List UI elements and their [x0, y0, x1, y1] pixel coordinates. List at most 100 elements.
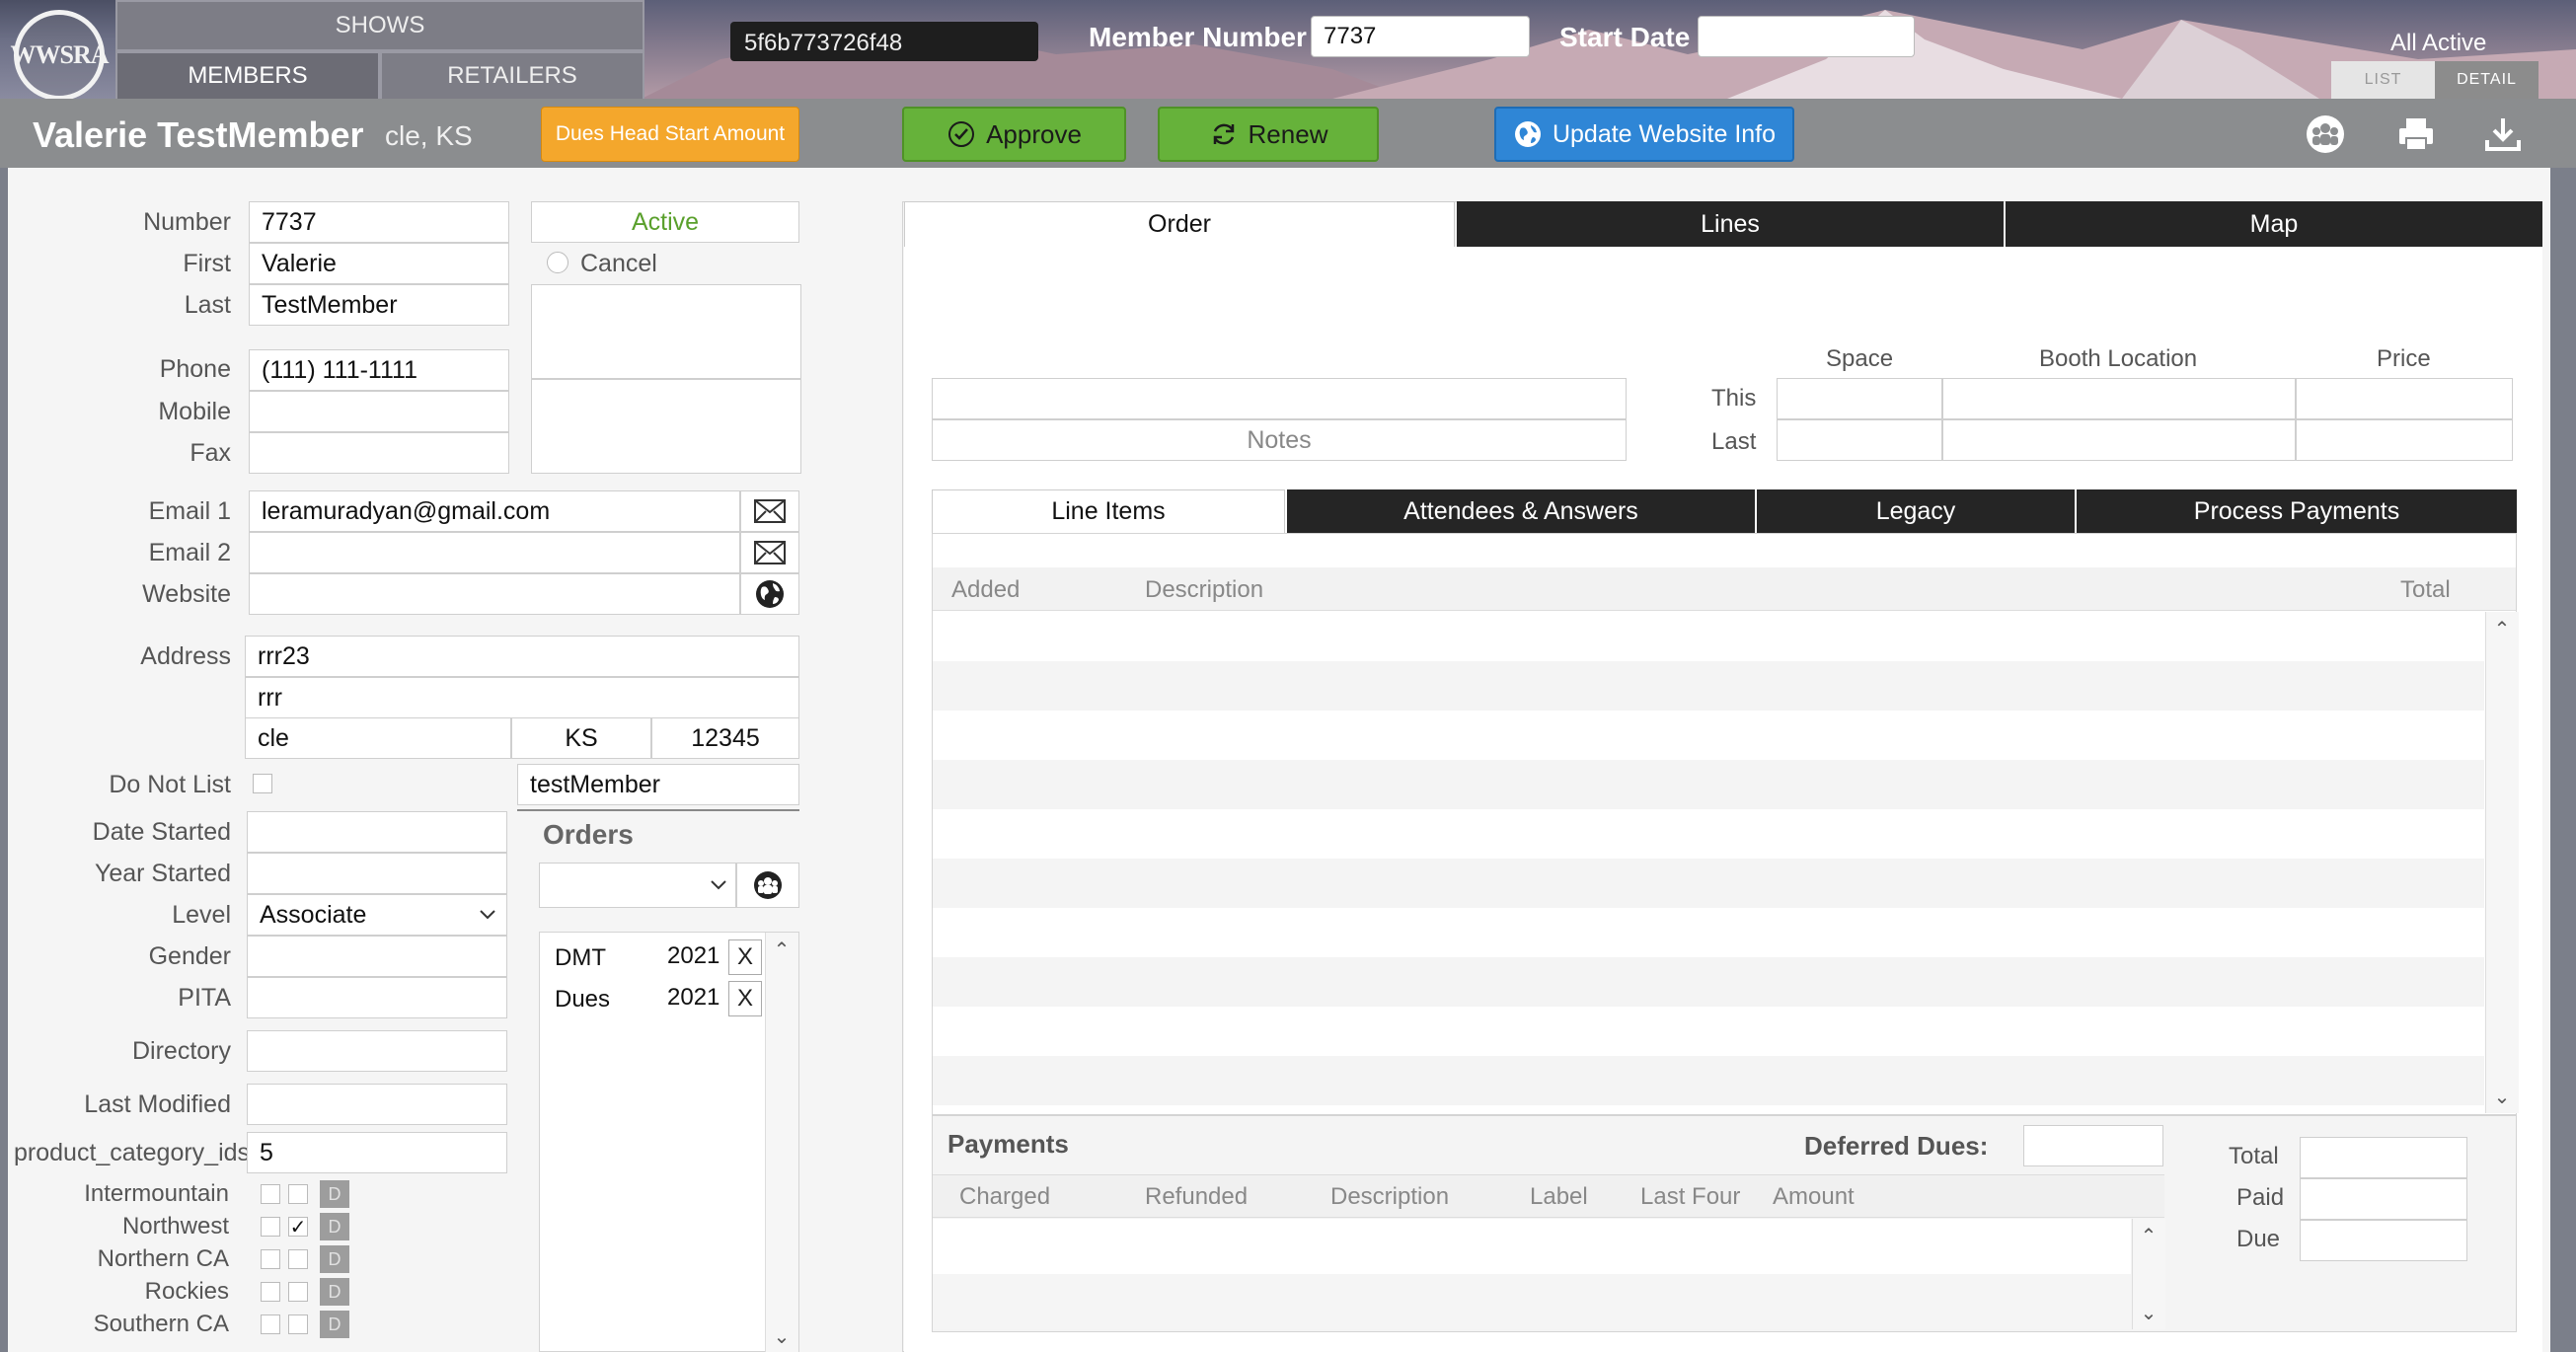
- address-line2-field[interactable]: rrr: [245, 677, 799, 718]
- line-item-row: [933, 809, 2484, 859]
- year-started-field[interactable]: [247, 853, 507, 894]
- order-name[interactable]: Dues: [555, 986, 610, 1014]
- subtab-attendees[interactable]: Attendees & Answers: [1287, 489, 1755, 533]
- tab-order[interactable]: Order: [904, 201, 1455, 247]
- notes-box-upper[interactable]: [531, 284, 801, 379]
- last-modified-field[interactable]: [247, 1084, 507, 1125]
- website-open-button[interactable]: [740, 573, 799, 615]
- pita-field[interactable]: [247, 977, 507, 1018]
- last-space-field[interactable]: [1777, 419, 1942, 461]
- line-items-scrollbar[interactable]: ⌃ ⌄: [2485, 612, 2519, 1113]
- order-year: 2021: [667, 984, 720, 1011]
- update-website-info-button[interactable]: Update Website Info: [1494, 107, 1794, 162]
- region-checkbox-b[interactable]: [288, 1282, 308, 1302]
- region-checkbox-a[interactable]: [261, 1249, 280, 1269]
- renew-button[interactable]: Renew: [1158, 107, 1379, 162]
- last-booth-field[interactable]: [1942, 419, 2296, 461]
- product-category-field[interactable]: 5: [247, 1132, 507, 1173]
- fax-field[interactable]: [249, 432, 509, 474]
- region-checkbox-b[interactable]: [288, 1249, 308, 1269]
- member-number-input[interactable]: [1311, 16, 1530, 57]
- download-icon[interactable]: [2479, 111, 2527, 158]
- group-icon[interactable]: [2302, 111, 2349, 158]
- region-checkbox-b[interactable]: ✓: [288, 1217, 308, 1239]
- scroll-up-icon[interactable]: ⌃: [2486, 614, 2518, 643]
- this-space-field[interactable]: [1777, 378, 1942, 419]
- region-d-button[interactable]: D: [320, 1213, 349, 1240]
- number-field[interactable]: 7737: [249, 201, 509, 243]
- directory-field[interactable]: [247, 1030, 507, 1072]
- orders-group-button[interactable]: [736, 863, 799, 908]
- region-d-button[interactable]: D: [320, 1180, 349, 1208]
- paid-label: Paid: [2236, 1184, 2285, 1211]
- city-field[interactable]: cle: [245, 717, 511, 759]
- scroll-up-icon[interactable]: ⌃: [2133, 1221, 2164, 1250]
- order-year: 2021: [667, 942, 720, 969]
- subtab-line-items[interactable]: Line Items: [932, 489, 1285, 533]
- dues-head-start-button[interactable]: Dues Head Start Amount: [541, 107, 799, 162]
- view-list-button[interactable]: LIST: [2331, 61, 2435, 99]
- region-checkbox-a[interactable]: [261, 1282, 280, 1302]
- phone-field[interactable]: (111) 111-1111: [249, 349, 509, 391]
- last-price-field[interactable]: [2296, 419, 2513, 461]
- region-checkbox-b[interactable]: [288, 1184, 308, 1204]
- pita-label: PITA: [178, 984, 231, 1012]
- scroll-down-icon[interactable]: ⌄: [766, 1321, 797, 1351]
- subtab-process-payments[interactable]: Process Payments: [2077, 489, 2517, 533]
- all-active-filter[interactable]: All Active: [2390, 30, 2486, 57]
- first-name-field[interactable]: Valerie: [249, 243, 509, 284]
- payments-row: [933, 1274, 2131, 1329]
- view-detail-button[interactable]: DETAIL: [2435, 61, 2538, 99]
- deferred-dues-field[interactable]: [2023, 1125, 2163, 1166]
- orders-select[interactable]: [539, 863, 736, 908]
- subtab-legacy[interactable]: Legacy: [1757, 489, 2075, 533]
- orders-scrollbar[interactable]: ⌃ ⌄: [765, 933, 798, 1352]
- address-label: Address: [140, 642, 231, 670]
- scroll-up-icon[interactable]: ⌃: [766, 935, 797, 964]
- order-remove-button[interactable]: X: [728, 939, 762, 975]
- start-date-input[interactable]: [1698, 16, 1915, 57]
- scroll-down-icon[interactable]: ⌄: [2486, 1082, 2518, 1111]
- region-checkbox-a[interactable]: [261, 1217, 280, 1237]
- region-checkbox-a[interactable]: [261, 1314, 280, 1334]
- nav-shows[interactable]: SHOWS: [115, 0, 644, 51]
- do-not-list-checkbox[interactable]: [253, 774, 272, 793]
- renew-label: Renew: [1248, 118, 1328, 149]
- email2-send-button[interactable]: [740, 532, 799, 573]
- this-price-field[interactable]: [2296, 378, 2513, 419]
- region-d-button[interactable]: D: [320, 1311, 349, 1338]
- region-d-button[interactable]: D: [320, 1278, 349, 1306]
- nav-retailers[interactable]: RETAILERS: [380, 51, 644, 99]
- address-line1-field[interactable]: rrr23: [245, 636, 799, 677]
- mobile-field[interactable]: [249, 391, 509, 432]
- nav-members[interactable]: MEMBERS: [115, 51, 380, 99]
- gender-field[interactable]: [247, 936, 507, 977]
- approve-button[interactable]: Approve: [902, 107, 1126, 162]
- order-name[interactable]: DMT: [555, 944, 606, 972]
- scroll-down-icon[interactable]: ⌄: [2133, 1298, 2164, 1327]
- notes-box-lower[interactable]: [531, 379, 801, 474]
- record-id-field[interactable]: 5f6b773726f48: [730, 22, 1038, 61]
- mobile-label: Mobile: [158, 398, 231, 425]
- level-select[interactable]: Associate: [247, 894, 507, 936]
- email1-field[interactable]: leramuradyan@gmail.com: [249, 490, 740, 532]
- tab-lines[interactable]: Lines: [1457, 201, 2004, 247]
- this-booth-field[interactable]: [1942, 378, 2296, 419]
- date-started-field[interactable]: [247, 811, 507, 853]
- last-name-field[interactable]: TestMember: [249, 284, 509, 326]
- tab-map[interactable]: Map: [2006, 201, 2542, 247]
- notes-field[interactable]: [932, 378, 1627, 419]
- email1-send-button[interactable]: [740, 490, 799, 532]
- cancel-radio[interactable]: [547, 252, 568, 273]
- order-remove-button[interactable]: X: [728, 981, 762, 1016]
- payments-scrollbar[interactable]: ⌃ ⌄: [2132, 1219, 2165, 1329]
- region-d-button[interactable]: D: [320, 1245, 349, 1273]
- website-field[interactable]: [249, 573, 740, 615]
- region-checkbox-b[interactable]: [288, 1314, 308, 1334]
- region-checkbox-a[interactable]: [261, 1184, 280, 1204]
- email2-field[interactable]: [249, 532, 740, 573]
- zip-field[interactable]: 12345: [651, 717, 799, 759]
- username-field[interactable]: testMember: [517, 764, 799, 805]
- state-field[interactable]: KS: [511, 717, 651, 759]
- print-icon[interactable]: [2392, 111, 2440, 158]
